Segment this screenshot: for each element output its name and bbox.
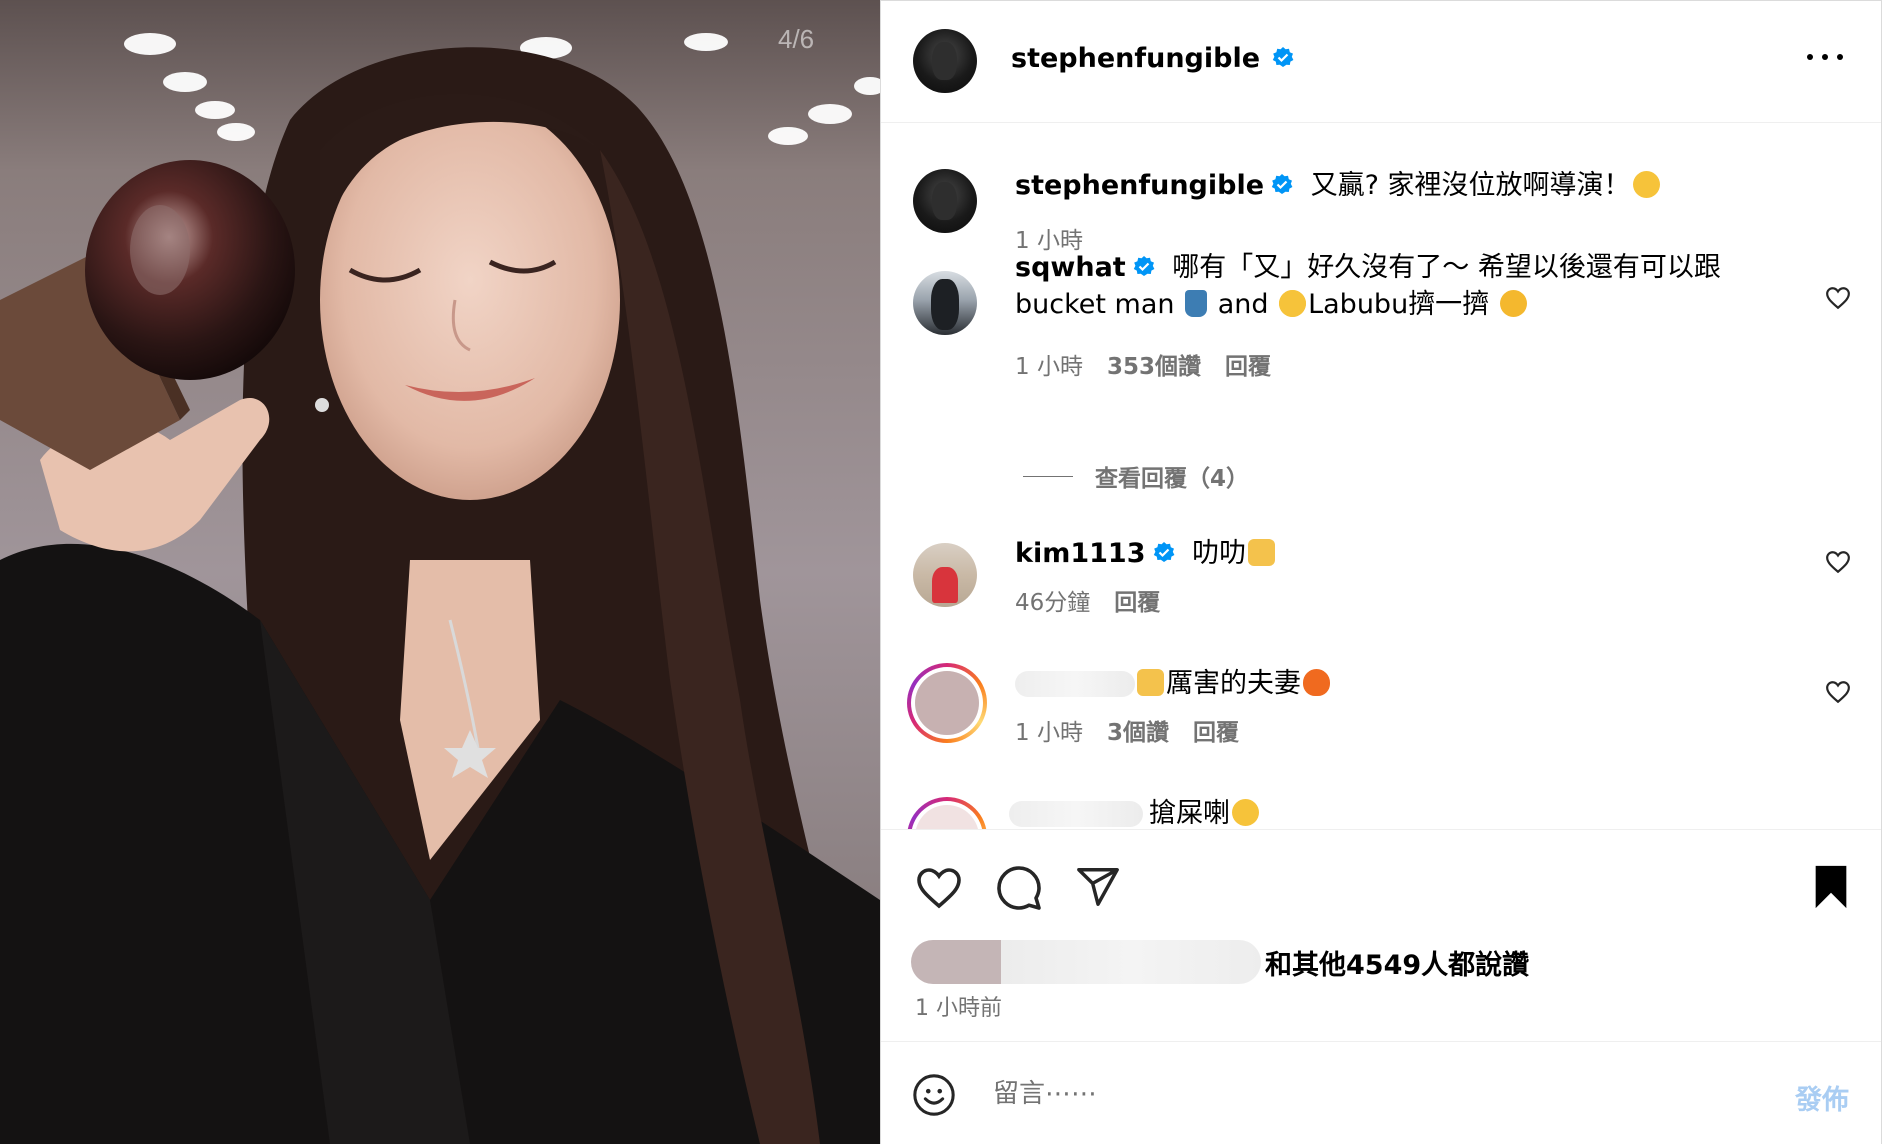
caption-username[interactable]: stephenfungible — [1015, 170, 1264, 201]
author-username[interactable]: stephenfungible — [1011, 43, 1260, 74]
comment-item: sqwhat 哪有「又」好久沒有了～ 希望以後還有可以跟 bucket man … — [881, 249, 1881, 429]
comment-item: 厲害的夫妻 1 小時 3個讚 回覆 — [881, 663, 1881, 773]
more-dot — [1837, 54, 1843, 60]
comment-text: Labubu擠一擠 — [1308, 289, 1490, 320]
blurred-username — [1015, 671, 1135, 697]
tears-of-joy-emoji-icon — [1232, 799, 1259, 826]
caption-text: 又贏? 家裡沒位放啊導演！ — [1310, 170, 1631, 201]
author-avatar[interactable] — [913, 29, 977, 93]
add-comment-bar: 發佈 — [881, 1041, 1881, 1144]
replies-line — [1023, 475, 1073, 477]
comment-item: kim1113 叻叻 46分鐘 回覆 — [881, 535, 1881, 635]
comment-likes[interactable]: 353個讚 — [1107, 347, 1201, 381]
comment-time: 1 小時 — [1015, 720, 1083, 746]
caption-text-row: stephenfungible 又贏? 家裡沒位放啊導演！ — [1015, 167, 1761, 204]
commenter-avatar[interactable] — [913, 271, 977, 335]
more-dot — [1822, 54, 1828, 60]
commenter-username[interactable]: sqwhat — [1015, 252, 1126, 283]
comment-text-row: 搶屎喇 — [1009, 795, 1761, 829]
photo-illustration — [0, 0, 880, 1144]
reply-button[interactable]: 回覆 — [1225, 347, 1271, 381]
photo-counter: 4/6 — [778, 24, 815, 54]
caption: stephenfungible 又贏? 家裡沒位放啊導演！ 1 小時 — [881, 161, 1881, 261]
avatar-image — [915, 805, 979, 829]
verified-badge-icon — [1271, 174, 1293, 194]
comment-text: and — [1217, 289, 1269, 320]
comment-item: 搶屎喇 — [881, 795, 1881, 829]
likes-summary[interactable]: 和其他4549人都說讚 — [911, 940, 1529, 984]
fire-emoji-icon — [1303, 669, 1330, 696]
commenter-avatar[interactable] — [913, 543, 977, 607]
like-heart-icon[interactable] — [915, 864, 963, 912]
comment-bubble-icon[interactable] — [995, 864, 1043, 912]
comment-text-row: 厲害的夫妻 — [1015, 665, 1761, 702]
avatar-image — [915, 671, 979, 735]
comment-time: 1 小時 — [1015, 354, 1083, 380]
reply-button[interactable]: 回覆 — [1193, 713, 1239, 747]
comment-text: 搶屎喇 — [1149, 798, 1230, 829]
commenter-avatar[interactable] — [907, 663, 987, 743]
post-comment-button[interactable]: 發佈 — [1795, 1078, 1849, 1117]
blurred-liker-name — [1001, 940, 1261, 984]
comment-text-row: kim1113 叻叻 — [1015, 535, 1761, 572]
smiling-hearts-emoji-icon — [1499, 290, 1527, 317]
view-replies-button[interactable]: 查看回覆（4） — [1023, 459, 1249, 493]
like-comment-heart-icon[interactable] — [1825, 679, 1851, 705]
comments-list[interactable]: stephenfungible 又贏? 家裡沒位放啊導演！ 1 小時 sqwha… — [881, 123, 1881, 829]
caption-avatar[interactable] — [913, 169, 977, 233]
likes-summary-text: 和其他4549人都說讚 — [1265, 949, 1530, 981]
comment-meta: 46分鐘 回覆 — [1015, 583, 1160, 617]
author-name-row: stephenfungible — [1011, 43, 1295, 74]
comment-meta: 1 小時 353個讚 回覆 — [1015, 347, 1271, 381]
like-comment-heart-icon[interactable] — [1825, 285, 1851, 311]
comment-text: bucket man — [1015, 289, 1175, 320]
post-photo[interactable]: 4/6 — [0, 0, 880, 1144]
commenter-username[interactable]: kim1113 — [1015, 538, 1146, 569]
avatar-inner — [911, 801, 983, 829]
emoji-picker-icon[interactable] — [911, 1072, 957, 1118]
liker-avatar — [911, 940, 1001, 984]
comment-input[interactable] — [993, 1070, 1693, 1118]
posted-time: 1 小時前 — [915, 996, 1002, 1021]
post-actions: 和其他4549人都說讚 1 小時前 — [881, 829, 1881, 1041]
comment-text-row: sqwhat 哪有「又」好久沒有了～ 希望以後還有可以跟 bucket man … — [1015, 249, 1761, 323]
comment-text: 厲害的夫妻 — [1166, 668, 1301, 699]
comment-time: 46分鐘 — [1015, 590, 1091, 616]
share-send-icon[interactable] — [1075, 864, 1121, 910]
commenter-avatar[interactable] — [907, 797, 987, 829]
post-panel: stephenfungible stephenfungible 又贏? 家裡沒位… — [880, 0, 1882, 1144]
comment-text: 哪有「又」好久沒有了～ 希望以後還有可以跟 — [1172, 252, 1721, 283]
heart-eyes-emoji-icon — [1279, 290, 1307, 317]
verified-badge-icon — [1272, 47, 1294, 67]
post-header: stephenfungible — [881, 1, 1881, 123]
comment-meta: 1 小時 3個讚 回覆 — [1015, 713, 1239, 747]
view-replies-label: 查看回覆（4） — [1095, 466, 1250, 492]
avatar-inner — [911, 667, 983, 739]
clapping-emoji-icon — [1137, 669, 1164, 696]
save-bookmark-icon[interactable] — [1811, 864, 1851, 910]
more-dot — [1807, 54, 1813, 60]
verified-badge-icon — [1153, 542, 1174, 562]
raising-hands-emoji-icon — [1248, 539, 1276, 566]
grimace-emoji-icon — [1632, 171, 1660, 198]
bucket-emoji-icon — [1185, 290, 1208, 317]
like-comment-heart-icon[interactable] — [1825, 549, 1851, 575]
blurred-username — [1009, 801, 1143, 827]
comment-text: 叻叻 — [1192, 538, 1247, 569]
comment-likes[interactable]: 3個讚 — [1107, 713, 1169, 747]
more-options-button[interactable] — [1807, 51, 1843, 63]
verified-badge-icon — [1133, 256, 1155, 276]
reply-button[interactable]: 回覆 — [1114, 583, 1160, 617]
